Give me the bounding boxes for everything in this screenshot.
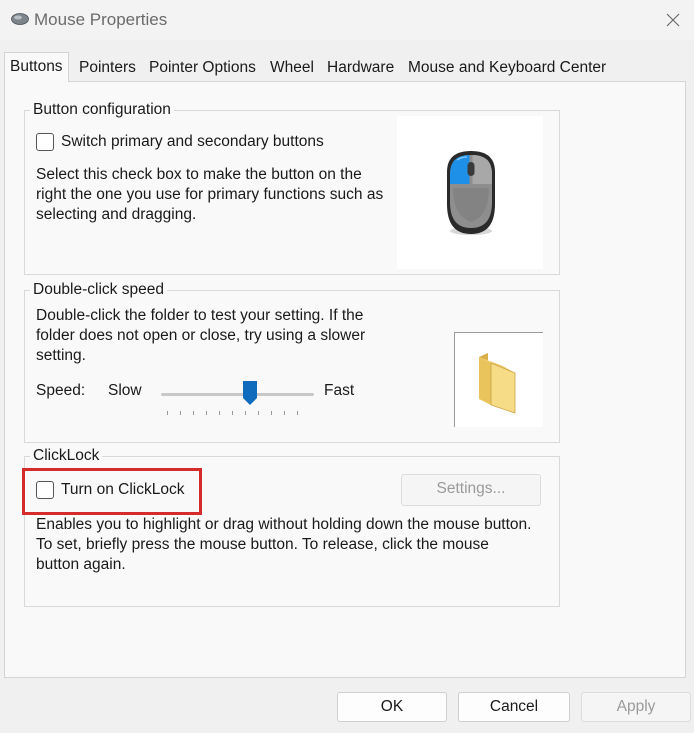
clicklock-legend: ClickLock (30, 447, 103, 465)
slider-tick (180, 411, 181, 415)
double-click-speed-slider[interactable] (161, 393, 314, 396)
speed-label: Speed: (36, 382, 86, 399)
mouse-preview (397, 116, 543, 269)
folder-test-area[interactable] (454, 332, 543, 427)
ok-button[interactable]: OK (337, 692, 447, 722)
slider-tick (297, 411, 298, 415)
slider-tick (193, 411, 194, 415)
mouse-preview-icon (447, 151, 495, 235)
clicklock-highlight-box (22, 468, 202, 515)
slider-tick (271, 411, 272, 415)
slider-tick (219, 411, 220, 415)
slider-tick (245, 411, 246, 415)
slider-tick (232, 411, 233, 415)
double-click-speed-legend: Double-click speed (30, 281, 167, 299)
clicklock-settings-button[interactable]: Settings... (401, 474, 541, 506)
apply-button[interactable]: Apply (581, 692, 691, 722)
mouse-icon (11, 13, 29, 25)
button-configuration-legend: Button configuration (30, 101, 174, 119)
slider-tick (206, 411, 207, 415)
close-button[interactable] (656, 6, 690, 34)
double-click-speed-group: Double-click speed Double-click the fold… (24, 281, 560, 443)
tab-pointers[interactable]: Pointers (79, 56, 136, 80)
clicklock-description: Enables you to highlight or drag without… (36, 516, 532, 573)
switch-buttons-checkbox[interactable] (36, 133, 54, 151)
fast-label: Fast (324, 382, 355, 399)
title-bar: Mouse Properties (0, 0, 694, 40)
close-icon (666, 13, 680, 27)
switch-buttons-label[interactable]: Switch primary and secondary buttons (61, 132, 324, 152)
tab-hardware[interactable]: Hardware (327, 56, 394, 80)
buttons-tab-panel: Button configuration Switch primary and … (4, 81, 686, 678)
slider-thumb[interactable] (243, 381, 257, 405)
cancel-button[interactable]: Cancel (458, 692, 570, 722)
slider-tick (167, 411, 168, 415)
slider-tick (284, 411, 285, 415)
slider-tick (258, 411, 259, 415)
tab-buttons[interactable]: Buttons (4, 52, 69, 82)
folder-icon (479, 353, 516, 414)
double-click-description: Double-click the folder to test your set… (36, 307, 366, 364)
tab-mouse-and-keyboard-center[interactable]: Mouse and Keyboard Center (408, 56, 606, 80)
window-title: Mouse Properties (34, 10, 168, 29)
tab-strip: Buttons Pointers Pointer Options Wheel H… (0, 52, 694, 82)
slow-label: Slow (108, 382, 142, 399)
tab-wheel[interactable]: Wheel (270, 56, 314, 80)
button-configuration-group: Button configuration Switch primary and … (24, 101, 560, 275)
tab-pointer-options[interactable]: Pointer Options (149, 56, 256, 80)
button-configuration-description: Select this check box to make the button… (36, 166, 384, 223)
